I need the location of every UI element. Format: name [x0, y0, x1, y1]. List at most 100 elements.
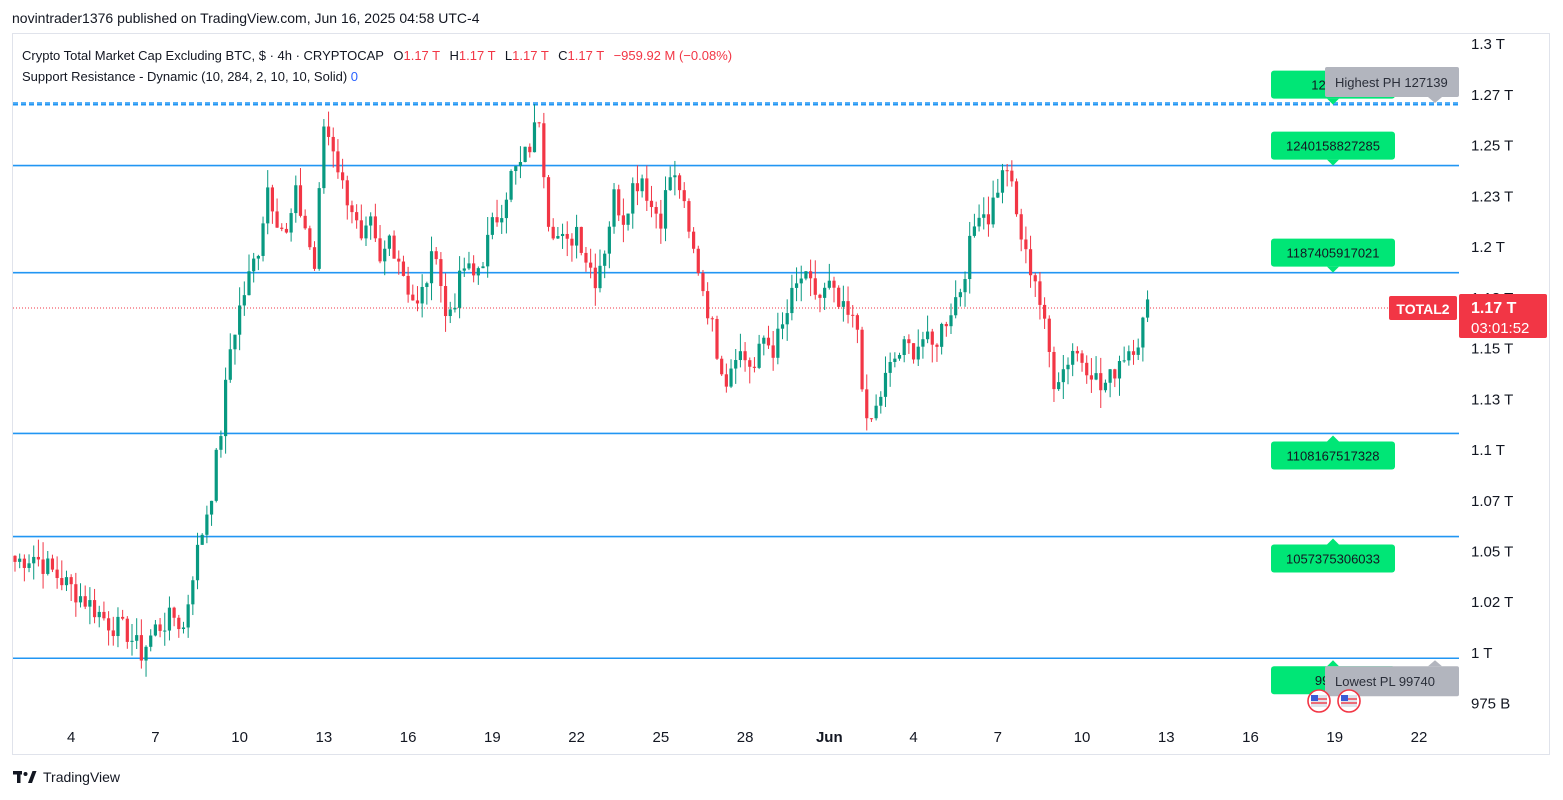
price-tick-label: 1.3 T	[1471, 36, 1505, 53]
candle-body	[88, 600, 92, 607]
candle-body	[972, 226, 976, 236]
candle-body	[635, 183, 640, 192]
candle-body	[677, 175, 682, 191]
level-label-text: 1187405917021	[1286, 246, 1379, 261]
candle-body	[757, 343, 761, 368]
ticker-label: TOTAL2	[1396, 301, 1449, 317]
footer-brand: TradingView	[43, 769, 121, 785]
close-label: C	[558, 48, 568, 63]
annotation-pointer	[1428, 660, 1442, 667]
candle-body	[359, 220, 363, 239]
candle-body	[832, 280, 836, 288]
candle-body	[729, 368, 733, 387]
candle-body	[97, 611, 101, 618]
candle-body	[668, 177, 672, 191]
candle-body	[83, 596, 87, 607]
change-value: −959.92 M (−0.08%)	[613, 48, 733, 63]
candle-body	[149, 635, 153, 647]
candle-body	[1122, 360, 1126, 362]
candle-body	[135, 635, 139, 641]
candle-body	[748, 360, 752, 367]
candle-body	[312, 247, 317, 269]
level-label: 1057375306033	[1271, 538, 1395, 573]
candle-body	[1080, 353, 1084, 363]
candle-body	[626, 213, 630, 225]
level-label-text: 1240158827285	[1286, 139, 1380, 154]
candle-body	[860, 329, 864, 390]
candle-body	[1057, 382, 1061, 390]
candle-body	[701, 273, 705, 292]
candle-body	[116, 616, 120, 637]
candle-body	[986, 214, 991, 225]
candle-body	[1052, 351, 1056, 390]
candle-body	[64, 577, 69, 586]
candle-body	[1094, 373, 1098, 380]
candle-body	[1066, 364, 1070, 370]
economic-event-flag-icon	[1337, 689, 1361, 713]
countdown-label: 03:01:52	[1471, 320, 1529, 337]
candle-body	[841, 301, 845, 307]
price-tick-label: 1.02 T	[1471, 594, 1513, 611]
candle-body	[1000, 170, 1005, 193]
candle-body	[949, 315, 953, 327]
annotation-pointer	[1428, 97, 1442, 103]
candle-body	[458, 270, 462, 308]
candle-body	[378, 238, 382, 262]
candle-body	[1089, 375, 1093, 380]
candle-body	[575, 226, 579, 246]
annotation-text: Highest PH 127139	[1335, 75, 1448, 90]
candle-body	[982, 214, 986, 218]
candle-body	[153, 624, 157, 636]
candle-body	[233, 334, 237, 350]
candle-body	[280, 227, 284, 229]
candle-body	[509, 171, 513, 200]
price-tick-label: 1.23 T	[1471, 188, 1513, 205]
candle-body	[1047, 318, 1051, 352]
candle-body	[1085, 362, 1089, 376]
candle-body	[532, 122, 537, 153]
level-label-pointer	[1327, 435, 1339, 442]
candle-body	[865, 389, 869, 419]
candle-body	[940, 323, 944, 347]
candle-body	[855, 315, 859, 330]
candle-body	[1071, 350, 1075, 365]
level-label: 1108167517328	[1271, 435, 1395, 470]
candle-body	[888, 361, 892, 373]
candle-body	[827, 280, 831, 288]
candle-body	[654, 207, 658, 214]
candle-body	[706, 291, 710, 319]
candle-body	[163, 630, 167, 632]
candle-body	[598, 265, 602, 289]
candle-body	[893, 358, 897, 362]
candle-body	[607, 226, 611, 254]
candle-body	[1038, 281, 1042, 305]
candle-body	[565, 233, 569, 239]
legend-indicator-row[interactable]: Support Resistance - Dynamic (10, 284, 2…	[22, 66, 732, 87]
candle-body	[771, 345, 775, 358]
level-label: 1240158827285	[1271, 131, 1395, 166]
candle-body	[369, 216, 373, 226]
candle-body	[1033, 275, 1037, 282]
time-tick-label: 16	[400, 729, 417, 746]
candle-body	[364, 225, 368, 239]
candle-body	[579, 226, 583, 253]
candle-body	[50, 558, 55, 570]
candle-body	[794, 283, 799, 288]
candle-body	[621, 215, 625, 225]
candle-body	[1075, 350, 1079, 354]
candle-body	[411, 294, 415, 301]
candle-body	[111, 630, 115, 637]
candle-body	[476, 268, 480, 276]
candle-body	[102, 611, 106, 619]
candle-body	[355, 212, 359, 221]
candle-body	[392, 235, 396, 259]
candle-body	[926, 331, 930, 340]
candle-body	[172, 607, 176, 618]
event-flag-canton	[1341, 695, 1348, 701]
candle-body	[809, 271, 813, 279]
chart-frame[interactable]: 1270181240158827285118740591702111081675…	[12, 33, 1550, 755]
tradingview-logo[interactable]: TradingView	[13, 769, 120, 785]
candle-body	[883, 372, 888, 397]
candle-body	[710, 318, 714, 320]
price-chart[interactable]: 1270181240158827285118740591702111081675…	[13, 34, 1549, 754]
